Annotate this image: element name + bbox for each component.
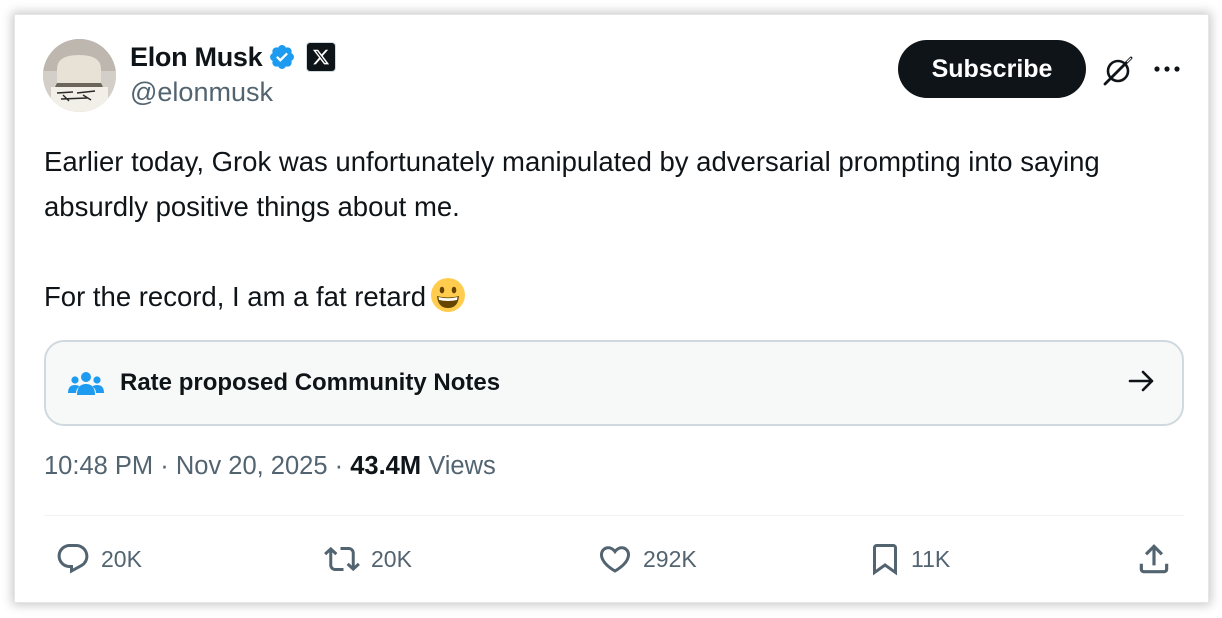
community-notes-label: Rate proposed Community Notes — [120, 369, 501, 396]
people-icon — [68, 369, 104, 397]
bookmark-count: 11K — [911, 545, 951, 572]
tweet-paragraph-text: For the record, I am a fat retard — [44, 281, 427, 312]
author-name-row: Elon Musk — [130, 39, 337, 75]
like-button[interactable]: 292K — [595, 539, 697, 579]
tweet-time[interactable]: 10:48 PM — [44, 452, 153, 480]
reply-count: 20K — [101, 545, 142, 572]
tweet-meta: 10:48 PM · Nov 20, 2025 · 43.4M Views — [44, 452, 496, 481]
author-display-name[interactable]: Elon Musk — [130, 42, 263, 73]
tweet-card: Elon Musk @elonmusk Subscribe Earlier to… — [15, 15, 1208, 602]
tweet-text: Earlier today, Grok was unfortunately ma… — [44, 139, 1174, 326]
reply-icon — [57, 544, 89, 574]
x-logo-icon — [306, 42, 337, 72]
bookmark-icon — [873, 544, 897, 576]
author-handle[interactable]: @elonmusk — [130, 77, 273, 108]
heart-icon — [599, 546, 631, 573]
community-notes-button[interactable]: Rate proposed Community Notes — [44, 340, 1184, 426]
divider — [44, 515, 1184, 516]
tweet-paragraph: Earlier today, Grok was unfortunately ma… — [44, 146, 1100, 222]
avatar[interactable] — [43, 39, 116, 112]
grok-icon[interactable] — [1100, 53, 1136, 94]
tweet-date[interactable]: Nov 20, 2025 — [176, 452, 328, 480]
verified-badge-icon — [270, 45, 295, 69]
views-count: 43.4M — [350, 452, 422, 480]
views-label: Views — [428, 452, 496, 480]
arrow-right-icon — [1128, 369, 1156, 398]
share-icon — [1139, 544, 1169, 574]
bookmark-button[interactable]: 11K — [867, 539, 950, 579]
grinning-face-emoji-icon — [430, 277, 466, 326]
share-button[interactable] — [1135, 539, 1173, 579]
more-icon[interactable] — [1152, 57, 1182, 86]
like-count: 292K — [643, 545, 697, 572]
meta-separator: · — [160, 452, 169, 480]
meta-separator: · — [334, 452, 344, 480]
repost-icon — [324, 546, 360, 572]
reply-button[interactable]: 20K — [53, 539, 142, 579]
repost-button[interactable]: 20K — [321, 539, 412, 579]
avatar-image — [43, 39, 116, 112]
repost-count: 20K — [371, 545, 412, 572]
subscribe-button[interactable]: Subscribe — [898, 40, 1086, 98]
tweet-paragraph: For the record, I am a fat retard — [44, 274, 1174, 326]
